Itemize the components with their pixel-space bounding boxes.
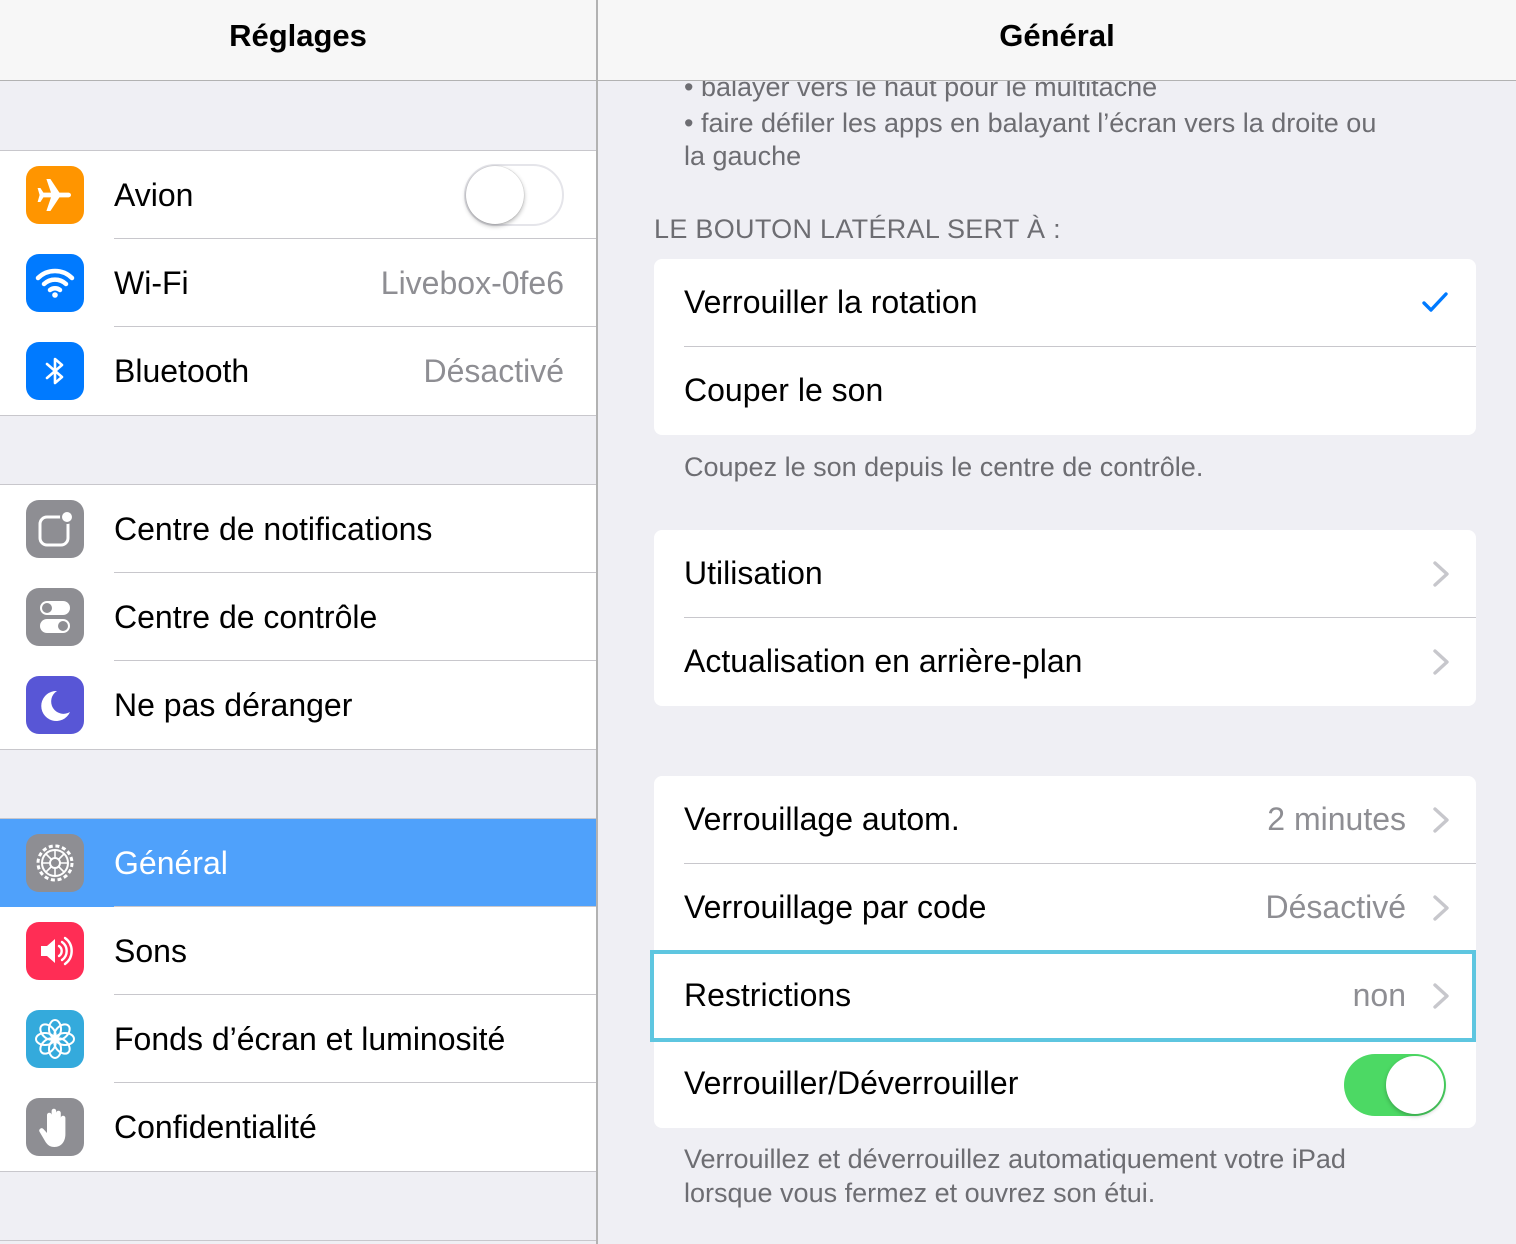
chevron-right-icon	[1433, 983, 1449, 1009]
bluetooth-icon	[26, 342, 84, 400]
sidebar-item-general[interactable]: Général	[0, 819, 596, 907]
row-passcode-lock[interactable]: Verrouillage par code Désactivé	[654, 864, 1476, 952]
passcode-lock-value: Désactivé	[1265, 889, 1407, 925]
option-lock-rotation[interactable]: Verrouiller la rotation	[654, 259, 1476, 347]
option-label: Verrouiller la rotation	[684, 284, 978, 320]
row-label: Verrouiller/Déverrouiller	[684, 1065, 1019, 1101]
lock-group-footer: Verrouillez et déverrouillez automatique…	[684, 1144, 1346, 1208]
overflow-line: • faire défiler les apps en balayant l’é…	[684, 108, 1377, 138]
chevron-right-icon	[1433, 561, 1449, 587]
checkmark-icon	[1422, 292, 1448, 312]
sidebar-item-label: Bluetooth	[114, 353, 250, 389]
moon-icon	[26, 676, 84, 734]
toggle-knob	[1386, 1056, 1444, 1114]
wifi-icon	[26, 254, 84, 312]
sidebar-item-notifications[interactable]: Centre de notifications	[0, 485, 596, 573]
sidebar-item-bluetooth[interactable]: Bluetooth Désactivé	[0, 327, 596, 415]
row-background-refresh[interactable]: Actualisation en arrière-plan	[654, 618, 1476, 706]
side-switch-footer: Coupez le son depuis le centre de contrô…	[684, 452, 1204, 482]
airplane-icon	[26, 166, 84, 224]
option-mute[interactable]: Couper le son	[654, 347, 1476, 435]
auto-lock-value: 2 minutes	[1267, 801, 1406, 837]
toggle-knob	[466, 166, 524, 224]
option-label: Couper le son	[684, 372, 884, 408]
sidebar-item-label: Centre de contrôle	[114, 599, 378, 635]
sidebar-group-connectivity: Avion Wi-Fi Livebox-0fe6 Bluetooth Désac…	[0, 150, 596, 416]
sidebar-item-label: Wi-Fi	[114, 265, 189, 301]
airplane-mode-toggle[interactable]	[464, 164, 564, 226]
wifi-network-value: Livebox-0fe6	[380, 265, 564, 301]
hand-icon	[26, 1098, 84, 1156]
notification-center-icon	[26, 500, 84, 558]
chevron-right-icon	[1433, 895, 1449, 921]
sidebar-group-preferences: Général Sons Fonds d’écran et luminosité…	[0, 818, 596, 1172]
sidebar-item-control-center[interactable]: Centre de contrôle	[0, 573, 596, 661]
row-label: Actualisation en arrière-plan	[684, 643, 1083, 679]
sidebar-item-privacy[interactable]: Confidentialité	[0, 1083, 596, 1171]
sidebar-item-sons[interactable]: Sons	[0, 907, 596, 995]
lock-unlock-toggle[interactable]	[1344, 1054, 1446, 1116]
sidebar-item-label: Général	[114, 845, 228, 881]
row-lock-unlock[interactable]: Verrouiller/Déverrouiller	[654, 1040, 1476, 1128]
sidebar-item-label: Avion	[114, 177, 194, 213]
general-detail-pane: • balayer vers le haut pour le multitâch…	[598, 0, 1516, 1244]
sidebar-item-wifi[interactable]: Wi-Fi Livebox-0fe6	[0, 239, 596, 327]
sidebar-item-label: Fonds d’écran et luminosité	[114, 1021, 506, 1057]
row-label: Verrouillage par code	[684, 889, 987, 925]
speaker-icon	[26, 922, 84, 980]
sidebar-item-label: Ne pas déranger	[114, 687, 353, 723]
bottom-group-edge	[0, 1240, 596, 1241]
sidebar-item-label: Sons	[114, 933, 187, 969]
row-label: Restrictions	[684, 977, 852, 1013]
chevron-right-icon	[1433, 649, 1449, 675]
overflow-line: la gauche	[684, 141, 802, 171]
usage-group: Utilisation Actualisation en arrière-pla…	[654, 530, 1476, 706]
sidebar-item-label: Centre de notifications	[114, 511, 433, 547]
control-center-icon	[26, 588, 84, 646]
sidebar-navbar: Réglages	[0, 0, 596, 81]
sidebar-item-wallpaper[interactable]: Fonds d’écran et luminosité	[0, 995, 596, 1083]
lock-group: Verrouillage autom. 2 minutes Verrouilla…	[650, 776, 1476, 1128]
sidebar-item-label: Confidentialité	[114, 1109, 317, 1145]
sidebar-title: Réglages	[229, 18, 367, 53]
gear-icon	[26, 834, 84, 892]
settings-sidebar: Réglages Avion Wi-Fi Livebox-0fe6 Blueto…	[0, 0, 596, 1244]
restrictions-value: non	[1352, 977, 1406, 1013]
row-restrictions[interactable]: Restrictions non	[650, 950, 1476, 1042]
section-header-side-switch: LE BOUTON LATÉRAL SERT À :	[654, 214, 1061, 244]
detail-navbar: Général	[598, 0, 1516, 81]
sidebar-item-avion[interactable]: Avion	[0, 151, 596, 239]
sidebar-item-do-not-disturb[interactable]: Ne pas déranger	[0, 661, 596, 749]
detail-title: Général	[999, 18, 1115, 53]
row-label: Verrouillage autom.	[684, 801, 960, 837]
row-label: Utilisation	[684, 555, 823, 591]
flower-icon	[26, 1010, 84, 1068]
bluetooth-status-value: Désactivé	[423, 353, 565, 389]
row-utilisation[interactable]: Utilisation	[654, 530, 1476, 618]
row-auto-lock[interactable]: Verrouillage autom. 2 minutes	[654, 776, 1476, 864]
sidebar-group-system: Centre de notifications Centre de contrô…	[0, 484, 596, 750]
side-switch-group: Verrouiller la rotation Couper le son	[654, 259, 1476, 435]
chevron-right-icon	[1433, 807, 1449, 833]
